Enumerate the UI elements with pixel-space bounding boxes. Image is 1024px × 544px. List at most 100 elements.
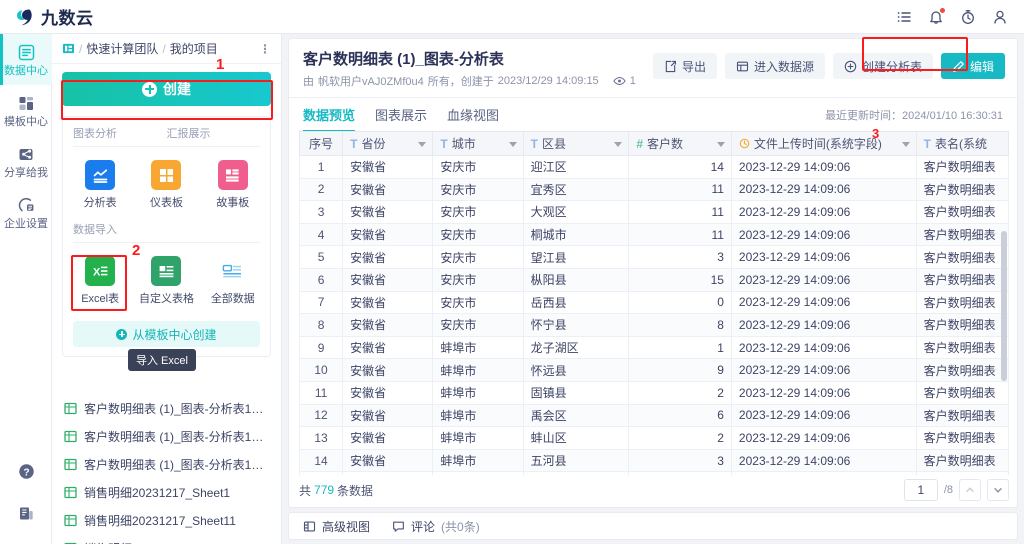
sidebar-item-data-center[interactable]: 数据中心 xyxy=(0,34,52,85)
app-logo[interactable]: 九数云 xyxy=(0,4,94,29)
tile-label: 全部数据 xyxy=(210,293,255,305)
plus-circle-icon xyxy=(142,81,157,97)
table-cell: 安庆市 xyxy=(432,155,524,179)
table-cell: 9 xyxy=(628,358,732,382)
table-header-row: 序号 T 省份 T 城市 T 区县 # 客户数 文件上传时间(系统字段) T 表… xyxy=(299,131,1009,156)
tile-label: 仪表板 xyxy=(149,197,183,209)
tab-chart-display[interactable]: 图表展示 xyxy=(375,98,427,132)
breadcrumb-more-button[interactable]: ⋮ xyxy=(259,42,271,56)
total-prefix: 共 xyxy=(299,483,312,498)
timer-icon[interactable] xyxy=(960,9,976,25)
column-header-customer-count[interactable]: # 客户数 xyxy=(628,131,732,156)
tile-dashboard[interactable]: 仪表板 xyxy=(133,156,199,213)
help-button[interactable]: ? xyxy=(0,450,52,492)
tile-label: Excel表 xyxy=(81,293,120,305)
tile-excel[interactable]: X Excel表 xyxy=(67,252,133,309)
list-item[interactable]: 客户数明细表 (1)_图表-分析表1_分析-… xyxy=(52,422,282,450)
page-total: /8 xyxy=(943,484,953,496)
report-button[interactable] xyxy=(0,492,52,534)
table-row[interactable]: 7 安徽省 安庆市 岳西县 0 2023-12-29 14:09:06 客户数明细表 xyxy=(299,290,1009,315)
owner-name: 帆软用户vAJ0ZMf0u4 xyxy=(318,76,424,88)
sheet-icon xyxy=(64,514,77,527)
comments-button[interactable]: 评论 (共0条) xyxy=(392,518,480,535)
column-header-upload-time[interactable]: 文件上传时间(系统字段) xyxy=(730,131,917,156)
tab-data-preview[interactable]: 数据预览 xyxy=(303,98,356,132)
bottom-bar: 高级视图 评论 (共0条) xyxy=(288,512,1018,540)
table-row[interactable]: 4 安徽省 安庆市 桐城市 11 2023-12-29 14:09:06 客户数明细表 xyxy=(299,222,1009,247)
table-cell: 客户数明细表 xyxy=(915,155,1009,179)
table-cell: 龙子湖区 xyxy=(522,335,630,360)
sidebar-item-template-center[interactable]: 模板中心 xyxy=(0,85,52,136)
task-list-icon[interactable] xyxy=(896,9,912,25)
column-header-province[interactable]: T 省份 xyxy=(342,131,434,156)
table-cell: 安徽省 xyxy=(342,222,434,247)
export-button[interactable]: 导出 xyxy=(652,53,717,79)
file-name: 客户数明细表 (1)_图表-分析表1_分析-… xyxy=(84,401,270,416)
document-actions: 导出 进入数据源 创建分析表 编辑 xyxy=(652,53,1005,79)
column-header-index[interactable]: 序号 xyxy=(299,131,344,156)
template-center-icon xyxy=(0,94,52,112)
enter-datasource-button[interactable]: 进入数据源 xyxy=(724,53,825,79)
next-page-button[interactable] xyxy=(987,479,1009,501)
table-row[interactable]: 5 安徽省 安庆市 望江县 3 2023-12-29 14:09:06 客户数明细表 xyxy=(299,245,1009,269)
column-label: 省份 xyxy=(361,137,386,151)
breadcrumb-project[interactable]: 我的项目 xyxy=(170,40,218,57)
breadcrumb-team[interactable]: 快速计算团队 xyxy=(86,40,158,57)
tile-custom-table[interactable]: 自定义表格 xyxy=(133,252,199,309)
tile-label: 故事板 xyxy=(216,197,250,209)
table-row[interactable]: 12 安徽省 蚌埠市 禹会区 6 2023-12-29 14:09:06 客户数明细表 xyxy=(299,403,1009,428)
prev-page-button[interactable] xyxy=(959,479,981,501)
table-row[interactable]: 15安徽省蚌埠市淮上区12023-12-29 14:09:06客户数明细表 xyxy=(299,471,1009,475)
chevron-down-icon[interactable] xyxy=(418,141,427,147)
list-item[interactable]: 销售明细20231217_Sheet1 xyxy=(52,478,282,506)
table-row[interactable]: 1 安徽省 安庆市 迎江区 14 2023-12-29 14:09:06 客户数明细表 xyxy=(299,155,1009,179)
page-input[interactable] xyxy=(903,479,938,501)
table-cell: 安庆市 xyxy=(432,267,524,292)
tile-storyboard[interactable]: 故事板 xyxy=(200,156,266,213)
table-row[interactable]: 11 安徽省 蚌埠市 固镇县 2 2023-12-29 14:09:06 客户数明细表 xyxy=(299,380,1009,405)
field-type-icon: T xyxy=(350,136,358,151)
table-cell: 客户数明细表 xyxy=(915,245,1009,269)
chevron-down-icon[interactable] xyxy=(716,141,725,147)
chevron-down-icon[interactable] xyxy=(508,141,517,147)
list-item[interactable]: 销售明细20231217_Sheet11 xyxy=(52,506,282,534)
table-row[interactable]: 8 安徽省 安庆市 怀宁县 8 2023-12-29 14:09:06 客户数明细表 xyxy=(299,313,1009,337)
column-header-city[interactable]: T 城市 xyxy=(432,131,524,156)
list-item[interactable]: 销售明细20231217_Sheet12 xyxy=(52,534,282,544)
column-header-table-name[interactable]: T 表名(系统 xyxy=(915,131,1009,156)
table-row[interactable]: 13 安徽省 蚌埠市 蚌山区 2 2023-12-29 14:09:06 客户数明细表 xyxy=(299,426,1009,450)
column-label: 客户数 xyxy=(647,137,684,151)
sidebar-item-enterprise-settings[interactable]: 企业设置 xyxy=(0,187,52,238)
column-header-district[interactable]: T 区县 xyxy=(522,131,630,156)
create-analysis-table-button[interactable]: 创建分析表 xyxy=(832,53,933,79)
tile-analysis-table[interactable]: 分析表 xyxy=(67,156,133,213)
table-row[interactable]: 14 安徽省 蚌埠市 五河县 3 2023-12-29 14:09:06 客户数明细表 xyxy=(299,448,1009,473)
file-name: 客户数明细表 (1)_图表-分析表1_分析-… xyxy=(84,429,270,444)
advanced-view-icon xyxy=(303,520,316,533)
export-label: 导出 xyxy=(681,59,706,74)
sidebar-item-shared-with-me[interactable]: 分享给我 xyxy=(0,136,52,187)
list-item[interactable]: 客户数明细表 (1)_图表-分析表1_分析-… xyxy=(52,450,282,478)
table-cell: 蚌山区 xyxy=(522,426,630,450)
chevron-down-icon[interactable] xyxy=(901,141,910,147)
chevron-down-icon[interactable] xyxy=(614,141,623,147)
table-row[interactable]: 2 安徽省 安庆市 宜秀区 11 2023-12-29 14:09:06 客户数明细表 xyxy=(299,177,1009,202)
create-from-template-link[interactable]: 从模板中心创建 xyxy=(73,321,260,347)
table-row[interactable]: 3 安徽省 安庆市 大观区 11 2023-12-29 14:09:06 客户数明细表 xyxy=(299,200,1009,224)
tab-lineage-view[interactable]: 血缘视图 xyxy=(447,98,499,132)
edit-button[interactable]: 编辑 xyxy=(940,53,1005,79)
table-row[interactable]: 10 安徽省 蚌埠市 怀远县 9 2023-12-29 14:09:06 客户数明细表 xyxy=(299,358,1009,382)
advanced-view-button[interactable]: 高级视图 xyxy=(303,518,370,535)
table-vertical-scrollbar[interactable] xyxy=(1001,231,1007,381)
table-cell: 2023-12-29 14:09:06 xyxy=(730,245,917,269)
table-row[interactable]: 6 安徽省 安庆市 枞阳县 15 2023-12-29 14:09:06 客户数明细表 xyxy=(299,267,1009,292)
bell-icon[interactable] xyxy=(928,7,945,25)
create-button[interactable]: 创建 xyxy=(62,72,271,106)
table-cell: 怀远县 xyxy=(522,358,630,382)
table-row[interactable]: 9 安徽省 蚌埠市 龙子湖区 1 2023-12-29 14:09:06 客户数明细表 xyxy=(299,335,1009,360)
tile-label: 自定义表格 xyxy=(138,293,194,305)
tile-all-data[interactable]: 全部数据 xyxy=(200,252,266,309)
excel-import-tooltip: 导入 Excel xyxy=(128,349,196,371)
list-item[interactable]: 客户数明细表 (1)_图表-分析表1_分析-… xyxy=(52,394,282,422)
user-icon[interactable] xyxy=(992,9,1008,25)
